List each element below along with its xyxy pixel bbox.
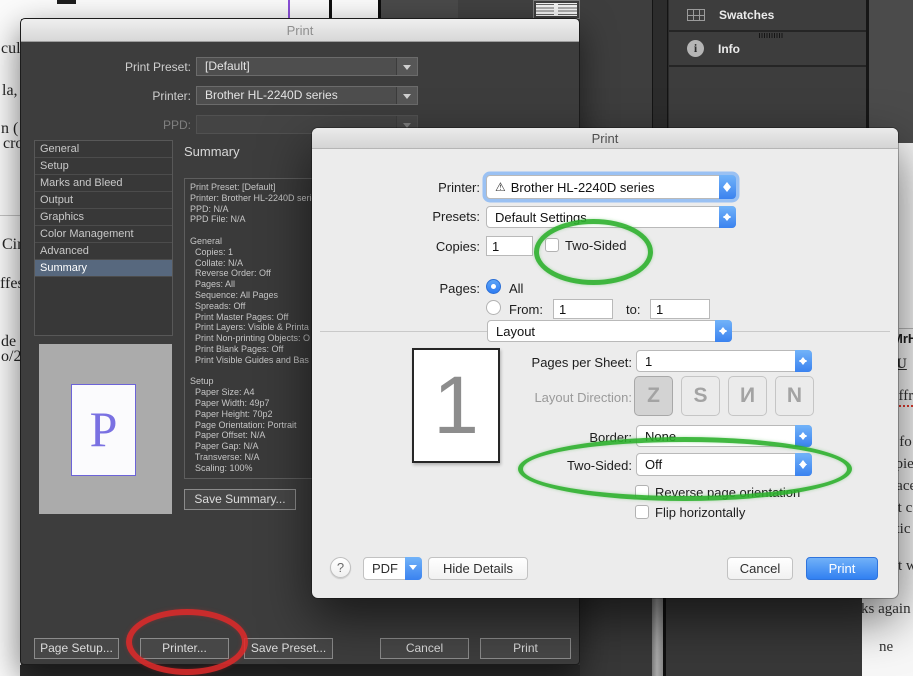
print-dialog-macos: Print Printer: ⚠ Brother HL-2240D series… <box>312 128 898 598</box>
window-edge-line <box>663 598 666 676</box>
pages-per-sheet-value: 1 <box>645 354 652 369</box>
info-icon: i <box>687 40 704 57</box>
pdf-label: PDF <box>364 558 406 579</box>
pages-all-radio[interactable] <box>486 279 501 294</box>
app-background <box>381 0 458 19</box>
dialog-title: Print <box>21 19 579 42</box>
print-preview-thumbnail: P <box>39 344 172 514</box>
dialog-title: Print <box>312 128 898 149</box>
hide-details-button[interactable]: Hide Details <box>428 557 528 580</box>
to-label: to: <box>626 302 640 317</box>
app-background <box>458 0 533 19</box>
save-summary-button[interactable]: Save Summary... <box>184 489 296 510</box>
screen: culla,n (croCirffesde 1o/2 MrHUoffru foo… <box>0 0 913 676</box>
save-preset-button[interactable]: Save Preset... <box>244 638 333 659</box>
pages-per-sheet-select[interactable]: 1 <box>636 350 812 372</box>
red-annotation-oval <box>126 609 248 675</box>
copies-input[interactable] <box>486 236 533 256</box>
settings-section-item[interactable]: General <box>35 141 172 158</box>
document-rule <box>0 215 20 216</box>
pdf-menu-button[interactable]: PDF <box>363 557 422 580</box>
swatches-icon <box>687 9 705 21</box>
printer-value: Brother HL-2240D series <box>511 180 655 195</box>
green-annotation-oval-two-sided-checkbox <box>534 219 653 285</box>
document-rule <box>899 328 913 329</box>
pages-from-radio[interactable] <box>486 300 501 315</box>
pages-per-sheet-label: Pages per Sheet: <box>432 355 632 370</box>
app-background <box>869 0 913 143</box>
print-preset-label: Print Preset: <box>41 60 191 74</box>
stepper-icon[interactable] <box>795 350 812 372</box>
pages-all-label: All <box>509 281 523 296</box>
cancel-button[interactable]: Cancel <box>380 638 469 659</box>
flip-horizontally-checkbox[interactable] <box>635 505 649 519</box>
guide-line-purple <box>288 0 290 19</box>
from-input[interactable] <box>553 299 613 319</box>
app-background <box>20 665 580 676</box>
settings-section-item[interactable]: Setup <box>35 158 172 175</box>
document-left-edge <box>0 0 21 676</box>
panel-divider <box>652 0 668 131</box>
cancel-button[interactable]: Cancel <box>727 557 793 580</box>
chevron-down-icon <box>405 557 422 580</box>
printer-value: Brother HL-2240D series <box>205 88 338 102</box>
layout-direction-label: Layout Direction: <box>432 390 632 405</box>
stepper-icon[interactable] <box>715 320 732 342</box>
settings-section-item[interactable]: Marks and Bleed <box>35 175 172 192</box>
page-edge-line <box>329 0 332 19</box>
layout-direction-option[interactable]: И <box>728 376 767 416</box>
settings-section-item[interactable]: Advanced <box>35 243 172 260</box>
page-setup-button[interactable]: Page Setup... <box>34 638 119 659</box>
printer-label: Printer: <box>41 89 191 103</box>
panel-dock: Swatches i Info <box>668 0 866 131</box>
preview-page-letter: P <box>71 384 136 476</box>
print-preset-select[interactable]: [Default] <box>196 57 418 76</box>
layout-direction-options: ZSИN <box>634 376 814 416</box>
help-button[interactable]: ? <box>330 557 351 578</box>
settings-section-item[interactable]: Output <box>35 192 172 209</box>
dropdown-arrow-icon <box>396 87 417 104</box>
vertical-scrollbar[interactable] <box>652 598 663 676</box>
printer-select[interactable]: Brother HL-2240D series <box>196 86 418 105</box>
printer-label: Printer: <box>312 180 480 195</box>
stepper-icon[interactable] <box>795 425 812 447</box>
panel-tab-swatches[interactable]: Swatches <box>669 0 866 32</box>
settings-pane-value: Layout <box>496 324 535 339</box>
printer-select[interactable]: ⚠ Brother HL-2240D series <box>486 175 736 199</box>
settings-section-item[interactable]: Graphics <box>35 209 172 226</box>
print-button[interactable]: Print <box>806 557 878 580</box>
summary-heading: Summary <box>184 144 240 159</box>
settings-section-item[interactable]: Summary <box>35 260 172 277</box>
panel-label: Swatches <box>719 8 774 22</box>
settings-section-item[interactable]: Color Management <box>35 226 172 243</box>
panel-label: Info <box>718 42 740 56</box>
app-background <box>580 598 862 676</box>
pages-label: Pages: <box>312 281 480 296</box>
page-thumbnail <box>533 0 580 19</box>
layout-direction-option[interactable]: Z <box>634 376 673 416</box>
print-button[interactable]: Print <box>480 638 571 659</box>
settings-section-list: GeneralSetupMarks and BleedOutputGraphic… <box>34 140 173 336</box>
stepper-icon[interactable] <box>719 206 736 228</box>
ppd-label: PPD: <box>41 118 191 132</box>
from-label: From: <box>509 302 543 317</box>
layout-direction-option[interactable]: N <box>775 376 814 416</box>
dropdown-arrow-icon <box>396 58 417 75</box>
panel-grip-handle[interactable] <box>759 33 783 38</box>
to-input[interactable] <box>650 299 710 319</box>
print-preset-value: [Default] <box>205 59 250 73</box>
copies-label: Copies: <box>312 239 480 254</box>
warning-icon: ⚠ <box>495 180 506 194</box>
layout-direction-option[interactable]: S <box>681 376 720 416</box>
presets-label: Presets: <box>312 209 480 224</box>
stepper-icon[interactable] <box>719 175 736 199</box>
settings-pane-select[interactable]: Layout <box>487 320 732 342</box>
green-annotation-oval-two-sided-select <box>518 437 852 501</box>
document-text-cut <box>57 0 76 4</box>
flip-horizontally-label: Flip horizontally <box>655 505 745 520</box>
